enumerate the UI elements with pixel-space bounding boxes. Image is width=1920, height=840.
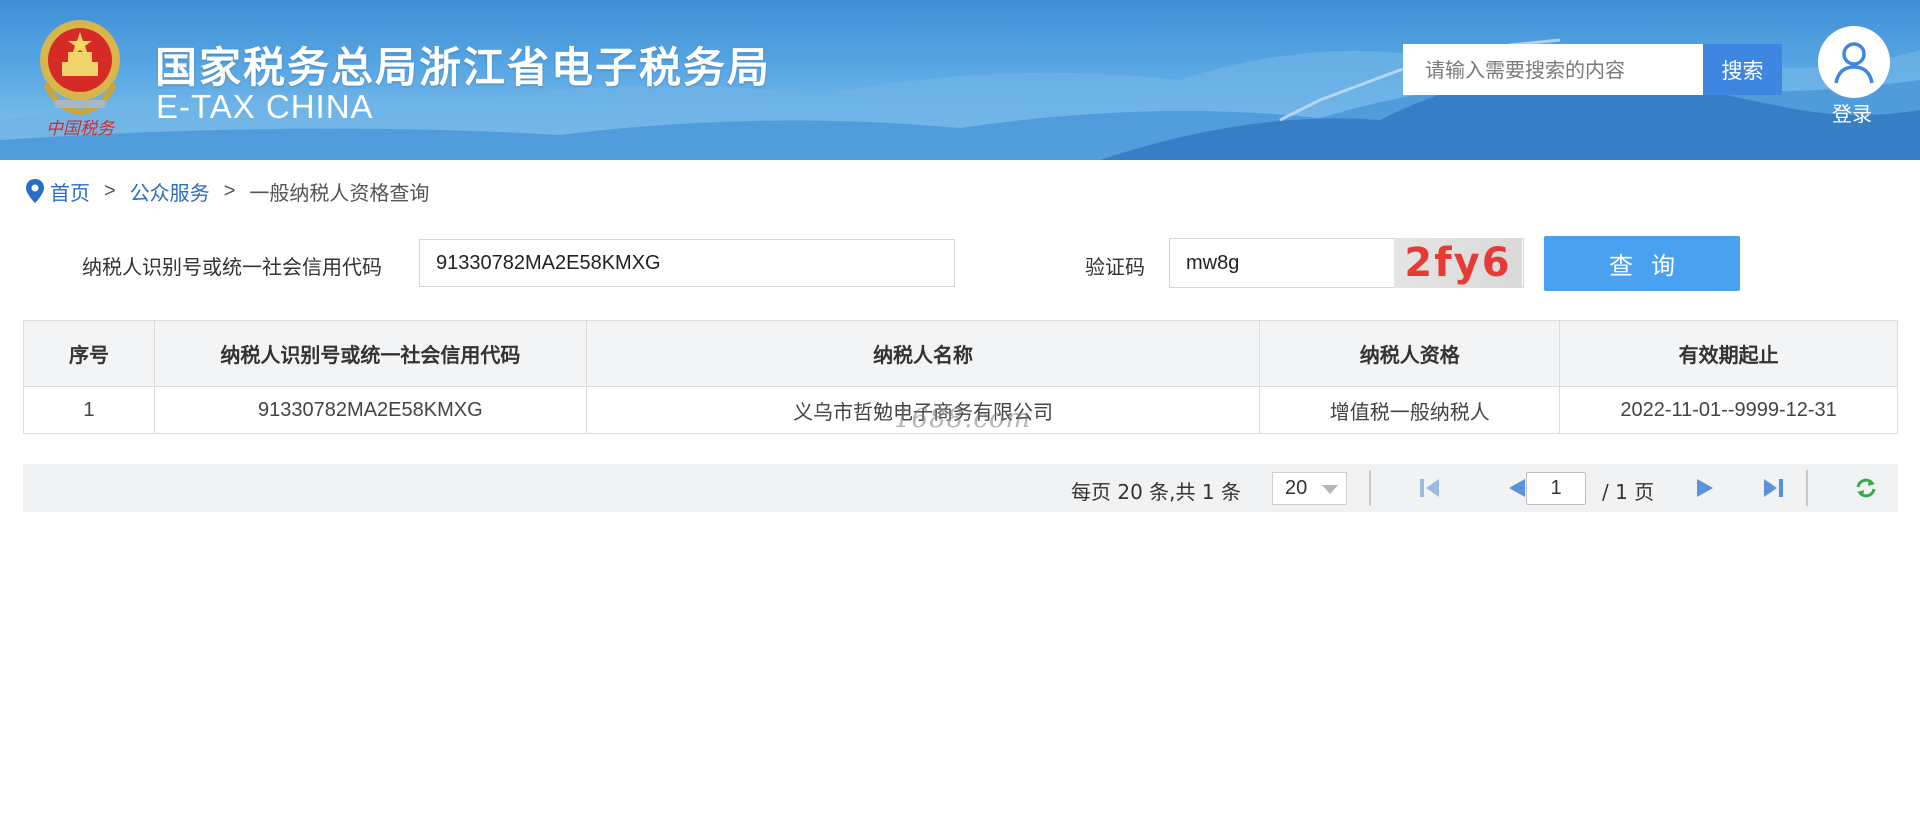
- cell-taxpayer-id: 91330782MA2E58KMXG: [153, 386, 587, 434]
- captcha-image[interactable]: 2fy6: [1394, 238, 1522, 288]
- search-input[interactable]: [1403, 44, 1703, 95]
- breadcrumb-current: 一般纳税人资格查询: [249, 180, 430, 205]
- breadcrumb-home[interactable]: 首页: [50, 177, 90, 206]
- user-icon: [1834, 42, 1874, 84]
- login-link[interactable]: 登录: [1832, 98, 1872, 127]
- column-header-qualification: 纳税人资格: [1259, 320, 1561, 387]
- last-page-icon[interactable]: [1760, 476, 1786, 500]
- watermark: 1688.com: [894, 404, 1032, 434]
- taxpayer-id-label: 纳税人识别号或统一社会信用代码: [82, 255, 382, 279]
- user-avatar[interactable]: [1818, 26, 1890, 98]
- chevron-down-icon: [1322, 485, 1338, 494]
- page-size-value: 20: [1285, 477, 1308, 499]
- breadcrumb-public-service[interactable]: 公众服务: [130, 177, 210, 206]
- first-page-icon[interactable]: [1417, 476, 1443, 500]
- next-page-icon[interactable]: [1693, 476, 1719, 500]
- pagination-divider: [1806, 470, 1808, 506]
- svg-text:中国税务: 中国税务: [46, 119, 116, 139]
- pagination-divider: [1369, 470, 1371, 506]
- column-header-index: 序号: [23, 320, 155, 387]
- location-pin-icon: [26, 179, 44, 203]
- site-header: 中国税务 国家税务总局浙江省电子税务局 E-TAX CHINA 搜索 登录: [0, 0, 1920, 160]
- search-button[interactable]: 搜索: [1703, 44, 1782, 95]
- breadcrumb: 首页 > 公众服务 > 一般纳税人资格查询: [24, 176, 429, 206]
- column-header-taxpayer-name: 纳税人名称: [585, 320, 1261, 387]
- captcha-label: 验证码: [1085, 255, 1145, 279]
- cell-index: 1: [23, 386, 155, 434]
- column-header-validity: 有效期起止: [1559, 320, 1898, 387]
- pagination-bar: 每页 20 条,共 1 条 20 / 1 页: [23, 464, 1898, 512]
- column-header-taxpayer-id: 纳税人识别号或统一社会信用代码: [153, 320, 587, 387]
- national-emblem-logo: 中国税务: [40, 20, 120, 139]
- breadcrumb-separator: >: [223, 179, 236, 202]
- query-button[interactable]: 查询: [1544, 236, 1740, 291]
- page-size-select[interactable]: 20: [1272, 472, 1347, 505]
- table-header-row: 序号 纳税人识别号或统一社会信用代码 纳税人名称 纳税人资格 有效期起止: [23, 320, 1898, 387]
- current-page-input[interactable]: [1526, 472, 1586, 505]
- site-title: 国家税务总局浙江省电子税务局: [155, 43, 772, 92]
- refresh-icon[interactable]: [1853, 476, 1879, 500]
- total-pages-label: / 1 页: [1602, 480, 1655, 504]
- cell-qualification: 增值税一般纳税人: [1259, 386, 1561, 434]
- taxpayer-id-input[interactable]: [419, 239, 955, 287]
- site-subtitle: E-TAX CHINA: [156, 88, 374, 125]
- pagination-summary: 每页 20 条,共 1 条: [1071, 480, 1241, 504]
- breadcrumb-separator: >: [104, 179, 116, 202]
- cell-validity: 2022-11-01--9999-12-31: [1559, 386, 1898, 434]
